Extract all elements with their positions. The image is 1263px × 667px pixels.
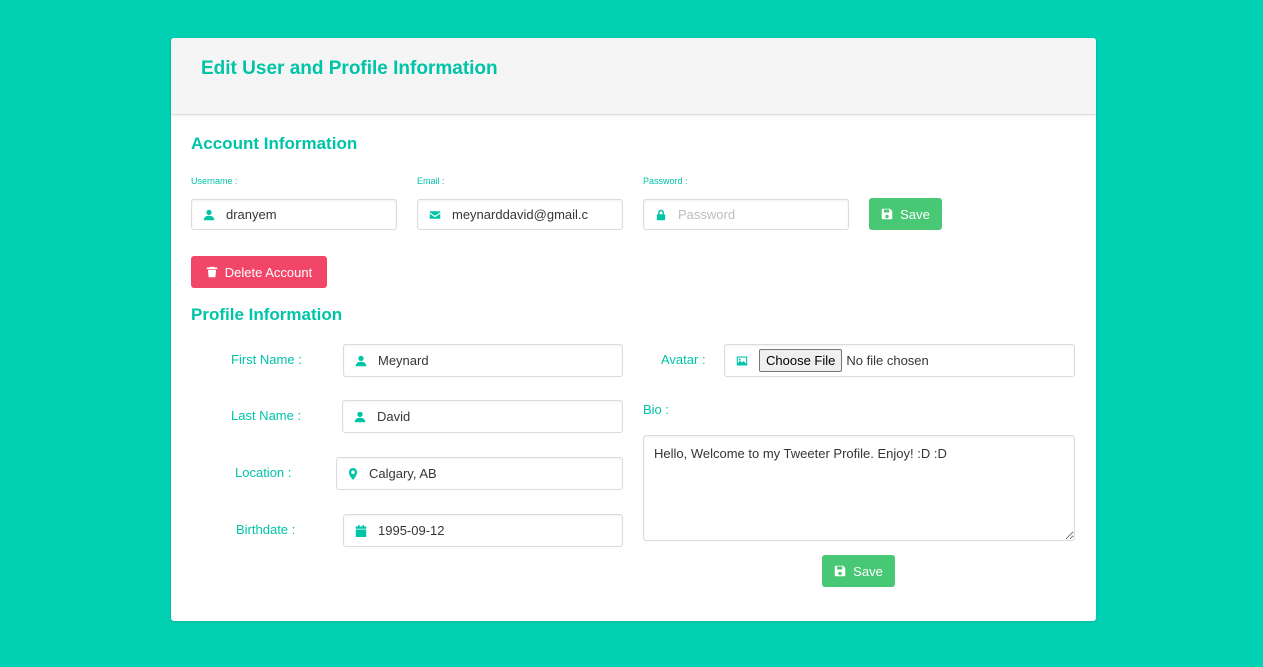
account-save-label: Save bbox=[900, 206, 930, 222]
trash-icon bbox=[206, 266, 218, 278]
image-icon bbox=[725, 355, 759, 367]
avatar-field-wrapper: Choose File No file chosen bbox=[724, 344, 1075, 377]
birthdate-input[interactable] bbox=[378, 523, 622, 538]
email-input[interactable] bbox=[452, 207, 622, 222]
birthdate-label: Birthdate : bbox=[236, 522, 296, 537]
user-icon bbox=[192, 209, 226, 221]
last-name-input[interactable] bbox=[377, 409, 622, 424]
account-save-button[interactable]: Save bbox=[869, 198, 942, 230]
bio-label: Bio : bbox=[643, 402, 670, 417]
birthdate-field-wrapper bbox=[343, 514, 623, 547]
last-name-label: Last Name : bbox=[231, 408, 302, 423]
choose-file-button[interactable]: Choose File bbox=[759, 349, 843, 372]
map-marker-icon bbox=[337, 467, 369, 480]
username-field-wrapper bbox=[191, 199, 397, 230]
account-section-title: Account Information bbox=[191, 134, 358, 153]
profile-save-button[interactable]: Save bbox=[822, 555, 895, 587]
email-label: Email : bbox=[417, 176, 445, 186]
calendar-icon bbox=[344, 524, 378, 537]
user-icon bbox=[344, 355, 378, 367]
profile-save-label: Save bbox=[853, 563, 883, 579]
envelope-icon bbox=[418, 209, 452, 221]
first-name-input[interactable] bbox=[378, 353, 622, 368]
avatar-label: Avatar : bbox=[661, 352, 706, 367]
password-input[interactable] bbox=[678, 207, 848, 222]
file-status-text: No file chosen bbox=[846, 353, 929, 368]
email-field-wrapper bbox=[417, 199, 623, 230]
page-title: Edit User and Profile Information bbox=[201, 58, 498, 79]
username-label: Username : bbox=[191, 176, 238, 186]
delete-account-label: Delete Account bbox=[224, 264, 313, 280]
last-name-field-wrapper bbox=[342, 400, 623, 433]
save-icon bbox=[881, 208, 893, 220]
profile-section-title: Profile Information bbox=[191, 305, 343, 324]
save-icon bbox=[834, 565, 846, 577]
password-label: Password : bbox=[643, 176, 688, 186]
card-header: Edit User and Profile Information bbox=[171, 38, 1096, 115]
location-input[interactable] bbox=[369, 466, 622, 481]
username-input[interactable] bbox=[226, 207, 396, 222]
lock-icon bbox=[644, 209, 678, 221]
delete-account-button[interactable]: Delete Account bbox=[191, 256, 327, 288]
location-label: Location : bbox=[235, 465, 292, 480]
password-field-wrapper bbox=[643, 199, 849, 230]
location-field-wrapper bbox=[336, 457, 623, 490]
edit-profile-card: Edit User and Profile Information Accoun… bbox=[171, 38, 1096, 621]
first-name-field-wrapper bbox=[343, 344, 623, 377]
first-name-label: First Name : bbox=[231, 352, 302, 367]
user-icon bbox=[343, 411, 377, 423]
bio-textarea[interactable]: Hello, Welcome to my Tweeter Profile. En… bbox=[643, 435, 1075, 541]
